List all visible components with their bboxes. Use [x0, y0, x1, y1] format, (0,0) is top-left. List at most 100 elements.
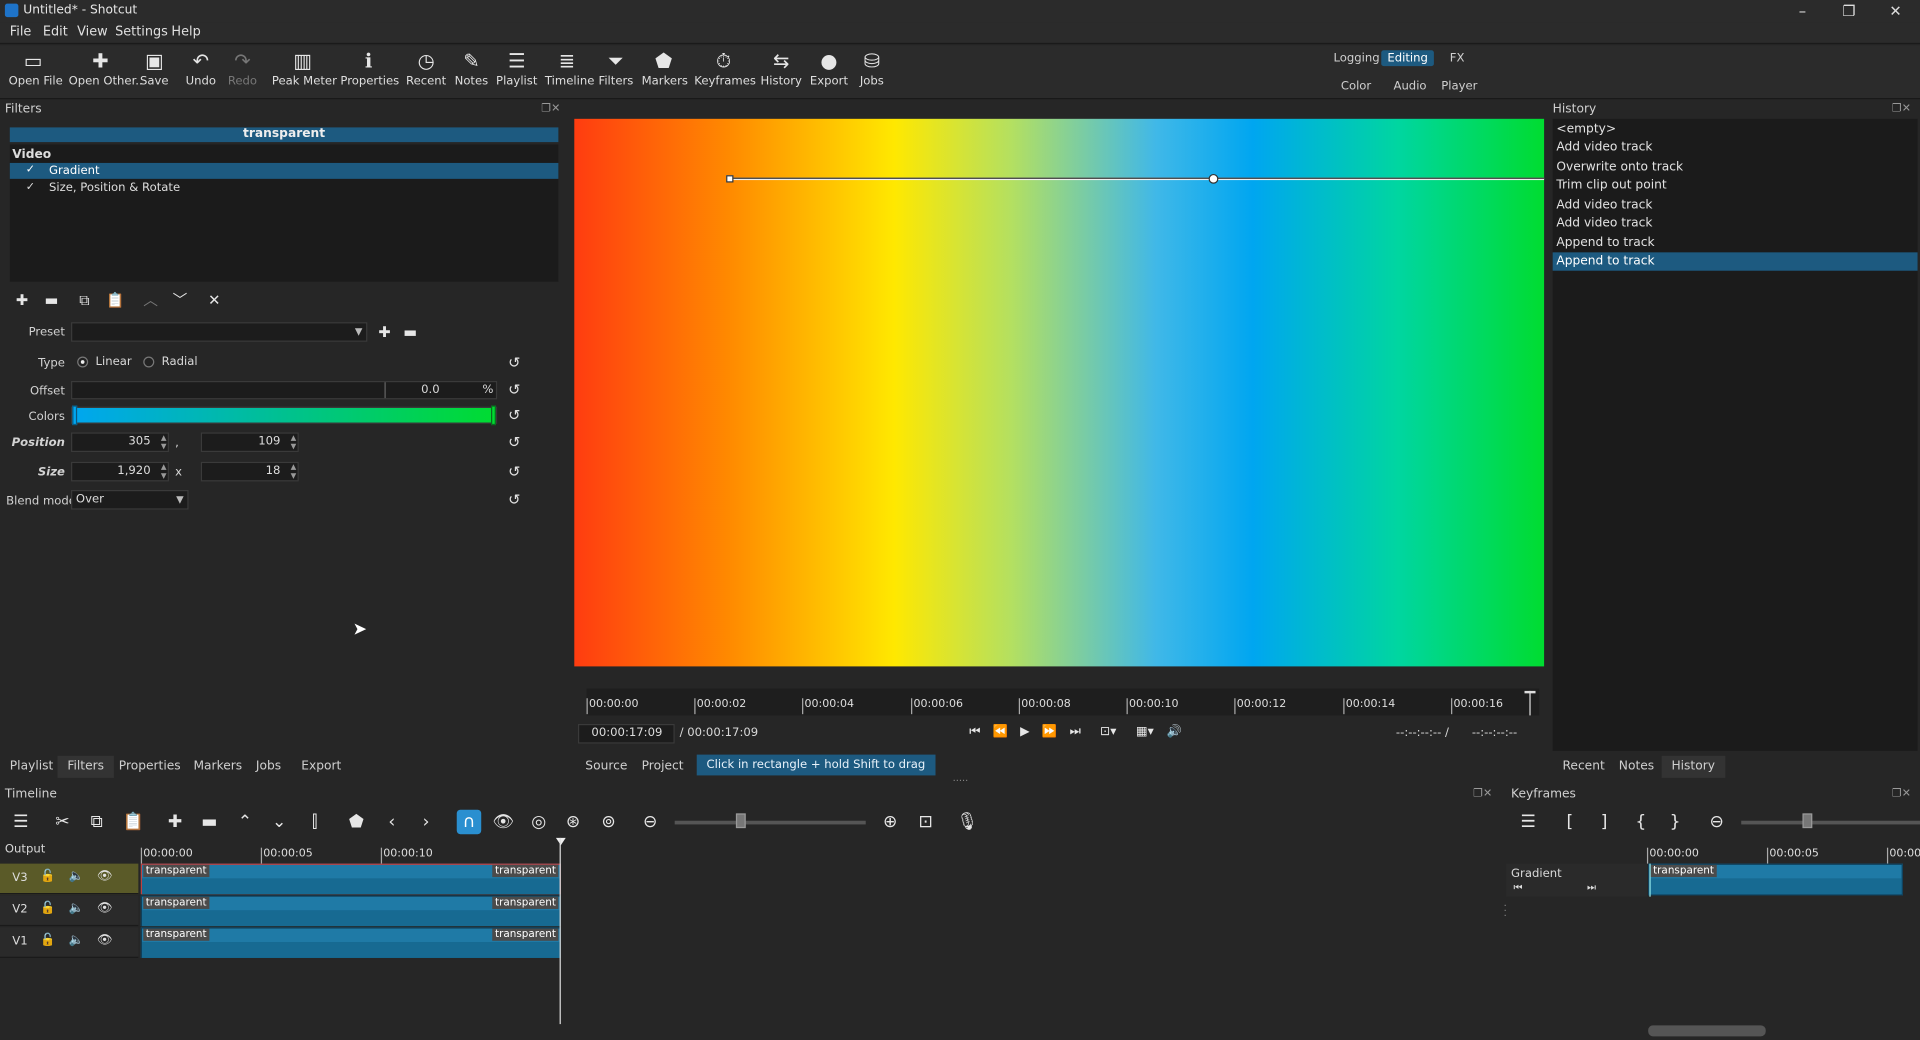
- offset-slider[interactable]: 0.0 %: [71, 380, 498, 400]
- zoom-icon[interactable]: ⊡▾: [1092, 723, 1124, 743]
- track-head-v3[interactable]: V3 🔓 🔈 👁: [0, 863, 139, 895]
- close-button[interactable]: ✕: [1878, 1, 1912, 21]
- history-item[interactable]: Trim clip out point: [1553, 176, 1918, 194]
- spin-arrows-icon[interactable]: ▲ ▼: [161, 463, 167, 480]
- lock-icon[interactable]: 🔓: [40, 933, 55, 946]
- delete-preset-icon[interactable]: ▬: [400, 322, 420, 342]
- undo-button[interactable]: ↶ Undo: [184, 48, 218, 88]
- export-button[interactable]: ● Export: [808, 48, 850, 88]
- lock-icon[interactable]: 🔓: [40, 902, 55, 915]
- tab-notes[interactable]: Notes: [1609, 756, 1664, 778]
- open-file-button[interactable]: ▭ Open File: [9, 48, 63, 88]
- clip-v3[interactable]: transparent transparent: [140, 863, 561, 895]
- layout-editing[interactable]: Editing: [1381, 50, 1435, 67]
- keyframes-clip[interactable]: transparent: [1648, 863, 1903, 896]
- keyframes-playhead[interactable]: [1649, 863, 1651, 897]
- fast-forward-icon[interactable]: ⏩: [1038, 723, 1060, 743]
- restore-button[interactable]: ❐: [1832, 1, 1866, 21]
- type-radial-radio[interactable]: [143, 356, 155, 368]
- filter-item-size-position-rotate[interactable]: ✓ Size, Position & Rotate: [10, 180, 559, 196]
- peak-meter-button[interactable]: ▥ Peak Meter: [272, 48, 337, 88]
- keyframes-zoom-slider[interactable]: [1741, 820, 1920, 825]
- next-marker-icon[interactable]: ›: [414, 810, 438, 835]
- tab-export[interactable]: Export: [291, 756, 351, 778]
- ripple-delete-icon[interactable]: ▬: [197, 810, 221, 835]
- snap-icon[interactable]: ∩: [456, 809, 482, 835]
- zoom-slider-thumb[interactable]: [735, 813, 746, 829]
- menu-edit[interactable]: Edit: [43, 25, 68, 40]
- rectangle-edge-line[interactable]: [728, 177, 1545, 181]
- jobs-button[interactable]: ⛁ Jobs: [855, 48, 889, 88]
- copy-icon[interactable]: ⧉: [84, 810, 108, 835]
- keyframes-ruler[interactable]: 00:00:00 00:00:05 00:00: [1646, 838, 1920, 864]
- save-button[interactable]: ▣ Save: [137, 48, 171, 88]
- zoom-out-icon[interactable]: ⊖: [638, 810, 662, 835]
- type-linear-radio[interactable]: [77, 356, 89, 368]
- tab-filters[interactable]: Filters: [57, 755, 114, 778]
- copy-filter-icon[interactable]: ⧉: [75, 290, 95, 310]
- cut-icon[interactable]: ✂: [50, 810, 74, 835]
- keyframes-zoom-out-icon[interactable]: ⊖: [1705, 810, 1729, 835]
- next-keyframe-icon[interactable]: ⏭: [1587, 882, 1596, 894]
- lift-icon[interactable]: ⌃: [233, 810, 257, 835]
- tab-source[interactable]: Source: [576, 756, 638, 778]
- reset-blend-mode-icon[interactable]: ↺: [506, 491, 523, 508]
- marker-icon[interactable]: ⬟: [344, 810, 368, 835]
- reset-offset-icon[interactable]: ↺: [506, 381, 523, 398]
- history-item[interactable]: Overwrite onto track: [1553, 158, 1918, 176]
- spin-arrows-icon[interactable]: ▲ ▼: [161, 434, 167, 451]
- layout-audio[interactable]: Audio: [1387, 78, 1432, 94]
- timecode-position-input[interactable]: 00:00:17:09: [577, 723, 675, 744]
- volume-icon[interactable]: 🔊: [1163, 723, 1185, 743]
- keyframes-zoom-slider-thumb[interactable]: [1802, 813, 1813, 829]
- mute-icon[interactable]: 🔈: [69, 933, 84, 946]
- mute-icon[interactable]: 🔈: [69, 870, 84, 883]
- layout-logging[interactable]: Logging: [1327, 50, 1385, 66]
- visibility-eye-icon[interactable]: 👁: [97, 870, 113, 883]
- reset-size-icon[interactable]: ↺: [506, 463, 523, 480]
- set-first-simple-keyframe-icon[interactable]: {: [1629, 810, 1653, 835]
- set-filter-start-icon[interactable]: [: [1558, 810, 1582, 835]
- clip-v2[interactable]: transparent transparent: [140, 895, 561, 927]
- color-stop-end[interactable]: [491, 405, 496, 426]
- spin-arrows-icon[interactable]: ▲ ▼: [291, 463, 297, 480]
- rewind-icon[interactable]: ⏪: [989, 723, 1011, 743]
- size-height-input[interactable]: 18 ▲ ▼: [200, 461, 299, 482]
- ripple-markers-icon[interactable]: ⊚: [596, 810, 620, 835]
- overwrite-icon[interactable]: ⌄: [267, 810, 291, 835]
- previous-keyframe-icon[interactable]: ⏮: [1513, 882, 1522, 894]
- menu-file[interactable]: File: [10, 25, 32, 40]
- markers-button[interactable]: ⬟ Markers: [642, 48, 688, 88]
- spin-arrows-icon[interactable]: ▲ ▼: [291, 434, 297, 451]
- history-item[interactable]: Add video track: [1553, 214, 1918, 232]
- previous-marker-icon[interactable]: ‹: [380, 810, 404, 835]
- scrub-icon[interactable]: 👁: [491, 810, 515, 835]
- lock-icon[interactable]: 🔓: [40, 870, 55, 883]
- layout-player[interactable]: Player: [1435, 78, 1483, 94]
- timeline-ruler[interactable]: 00:00:00 00:00:05 00:00:10: [138, 838, 1502, 864]
- properties-button[interactable]: ℹ Properties: [340, 48, 399, 88]
- keyframes-panel-float-icon[interactable]: ❐✕: [1892, 788, 1911, 800]
- move-up-icon[interactable]: ︿: [141, 290, 161, 310]
- set-filter-end-icon[interactable]: ]: [1592, 810, 1616, 835]
- layout-color[interactable]: Color: [1335, 78, 1378, 94]
- reset-colors-icon[interactable]: ↺: [506, 407, 523, 424]
- paste-filter-icon[interactable]: 📋: [105, 290, 125, 310]
- set-second-simple-keyframe-icon[interactable]: }: [1663, 810, 1687, 835]
- checkbox-icon[interactable]: ✓: [26, 163, 35, 179]
- tab-markers[interactable]: Markers: [184, 756, 252, 778]
- play-icon[interactable]: ▶: [1014, 723, 1036, 743]
- track-head-v2[interactable]: V2 🔓 🔈 👁: [0, 895, 139, 927]
- menu-help[interactable]: Help: [171, 25, 200, 40]
- zoom-fit-icon[interactable]: ⊡: [913, 810, 937, 835]
- playlist-button[interactable]: ☰ Playlist: [496, 48, 538, 88]
- filters-panel-float-icon[interactable]: ❐✕: [541, 103, 560, 115]
- keyframes-menu-icon[interactable]: ☰: [1516, 810, 1540, 835]
- tab-properties[interactable]: Properties: [109, 756, 190, 778]
- skip-to-start-icon[interactable]: ⏮: [964, 723, 986, 743]
- zoom-in-icon[interactable]: ⊕: [878, 810, 902, 835]
- menu-view[interactable]: View: [77, 25, 108, 40]
- rectangle-center-handle[interactable]: [1208, 173, 1219, 184]
- record-audio-icon[interactable]: 🎙: [955, 810, 979, 835]
- ripple-icon[interactable]: ◎: [527, 810, 551, 835]
